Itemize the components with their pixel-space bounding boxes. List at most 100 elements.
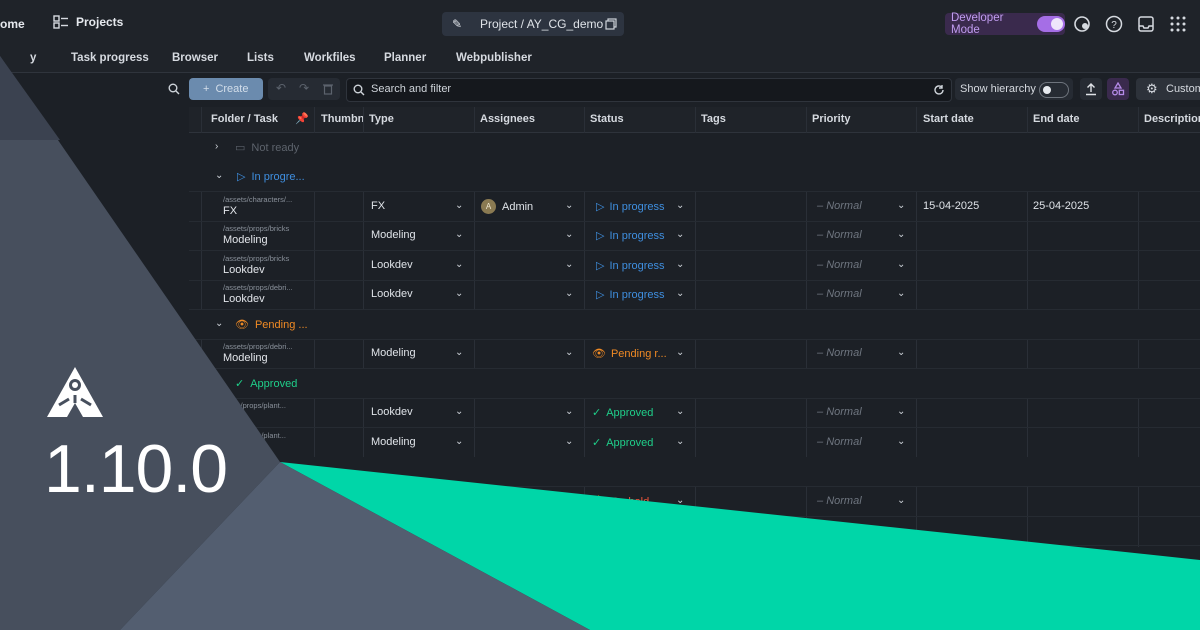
chevron-down-icon[interactable]: ⌄ (455, 200, 463, 211)
task-type[interactable]: Modeling (371, 229, 416, 241)
table-row[interactable]: /assets/props/bricks Lookdev Lookdev ⌄ ⌄… (189, 251, 1200, 281)
chevron-down-icon[interactable]: ⌄ (215, 318, 223, 329)
task-type[interactable]: Modeling (371, 347, 416, 359)
chevron-down-icon[interactable]: ⌄ (676, 200, 684, 211)
tab-workfiles[interactable]: Workfiles (304, 52, 356, 64)
chevron-down-icon[interactable]: ⌄ (455, 347, 463, 358)
task-type[interactable]: Lookdev (371, 259, 413, 271)
column-start-date[interactable]: Start date (923, 113, 974, 125)
apps-grid-icon[interactable] (1169, 15, 1187, 33)
tab-overview[interactable]: y (30, 52, 36, 64)
group-row-on-hold[interactable] (189, 457, 1200, 487)
status-cell[interactable]: ▷ In progress (596, 229, 665, 243)
priority-cell[interactable]: – Normal (817, 229, 862, 241)
column-assignees[interactable]: Assignees (480, 113, 535, 125)
table-row[interactable]: ⌄ ✋ On hold ⌄ – Normal ⌄ (189, 487, 1200, 517)
column-description[interactable]: Description (1144, 113, 1200, 125)
create-button[interactable]: + Create (189, 78, 263, 100)
column-tags[interactable]: Tags (701, 113, 726, 125)
redo-icon[interactable]: ↷ (299, 81, 309, 95)
task-type[interactable]: Lookdev (371, 406, 413, 418)
table-row[interactable]: ⌄ ⌄ – Normal ⌄ (189, 516, 1200, 546)
chevron-down-icon[interactable]: ⌄ (897, 347, 905, 358)
chevron-down-icon[interactable]: ⌄ (676, 495, 684, 506)
task-type[interactable]: FX (371, 200, 385, 212)
developer-mode-toggle[interactable]: Developer Mode (945, 12, 1065, 36)
chevron-down-icon[interactable]: ⌄ (565, 229, 573, 240)
tab-lists[interactable]: Lists (247, 52, 274, 64)
chevron-right-icon[interactable]: › (215, 141, 218, 152)
start-date[interactable]: 15-04-2025 (923, 200, 979, 212)
inbox-icon[interactable] (1137, 15, 1155, 33)
chevron-down-icon[interactable]: ⌄ (676, 406, 684, 417)
help-icon[interactable]: ? (1105, 15, 1123, 33)
home-link[interactable]: ome (0, 17, 25, 31)
chat-icon[interactable] (1073, 15, 1091, 33)
undo-icon[interactable]: ↶ (276, 81, 286, 95)
group-row-pending[interactable]: ⌄ 👁 Pending ... (189, 310, 1200, 340)
table-row[interactable]: ssets/props/plant... kdev Lookdev ⌄ ⌄ ✓ A… (189, 398, 1200, 428)
trash-icon[interactable] (323, 83, 333, 95)
tab-planner[interactable]: Planner (384, 52, 426, 64)
chevron-down-icon[interactable]: ⌄ (676, 347, 684, 358)
chevron-down-icon[interactable]: ⌄ (565, 259, 573, 270)
table-row[interactable]: /assets/characters/... FX FX ⌄ A Admin ⌄… (189, 192, 1200, 222)
chevron-down-icon[interactable]: ⌄ (565, 200, 573, 211)
group-row-approved[interactable]: ✓ Approved (189, 369, 1200, 399)
chevron-down-icon[interactable]: ⌄ (897, 406, 905, 417)
show-hierarchy-toggle[interactable]: Show hierarchy (955, 78, 1073, 100)
status-cell[interactable]: 👁 Pending r... (592, 347, 667, 361)
priority-cell[interactable]: – Normal (817, 406, 862, 418)
project-breadcrumb[interactable]: ✎ Project / AY_CG_demo (442, 12, 624, 36)
table-row[interactable]: ssets/props/plant... Modeling ⌄ ⌄ ✓ Appro… (189, 428, 1200, 458)
priority-cell[interactable]: – Normal (817, 200, 862, 212)
task-type[interactable]: Modeling (371, 436, 416, 448)
tab-task-progress[interactable]: Task progress (71, 52, 149, 64)
shapes-button[interactable] (1107, 78, 1129, 100)
status-cell[interactable]: ▷ In progress (596, 200, 665, 214)
tab-browser[interactable]: Browser (172, 52, 218, 64)
chevron-down-icon[interactable]: ⌄ (897, 436, 905, 447)
chevron-down-icon[interactable]: ⌄ (897, 259, 905, 270)
column-priority[interactable]: Priority (812, 113, 851, 125)
chevron-down-icon[interactable]: ⌄ (565, 495, 573, 506)
column-folder-task[interactable]: Folder / Task (211, 113, 278, 125)
chevron-down-icon[interactable]: ⌄ (676, 259, 684, 270)
chevron-down-icon[interactable]: ⌄ (676, 229, 684, 240)
chevron-down-icon[interactable]: ⌄ (897, 495, 905, 506)
priority-cell[interactable]: – Normal (817, 259, 862, 271)
priority-cell[interactable]: – Normal (817, 524, 862, 536)
chevron-down-icon[interactable]: ⌄ (897, 229, 905, 240)
chevron-down-icon[interactable]: ⌄ (676, 288, 684, 299)
group-row-in-progress[interactable]: ⌄ ▷ In progre... (189, 162, 1200, 192)
search-filter-input[interactable]: Search and filter (346, 78, 952, 102)
table-row[interactable]: /assets/props/bricks Modeling Modeling ⌄… (189, 221, 1200, 251)
end-date[interactable]: 25-04-2025 (1033, 200, 1089, 212)
status-cell[interactable]: ▷ In progress (596, 259, 665, 273)
status-cell[interactable]: ✋ On hold (592, 495, 649, 509)
tab-webpublisher[interactable]: Webpublisher (456, 52, 532, 64)
table-row[interactable]: /assets/props/debri... Modeling Modeling… (189, 339, 1200, 369)
chevron-down-icon[interactable]: ⌄ (897, 288, 905, 299)
priority-cell[interactable]: – Normal (817, 347, 862, 359)
status-cell[interactable]: ✓ Approved (592, 436, 653, 450)
chevron-down-icon[interactable]: ⌄ (897, 524, 905, 535)
column-type[interactable]: Type (369, 113, 394, 125)
chevron-down-icon[interactable]: ⌄ (565, 436, 573, 447)
chevron-down-icon[interactable]: ⌄ (455, 229, 463, 240)
priority-cell[interactable]: – Normal (817, 288, 862, 300)
chevron-down-icon[interactable]: ⌄ (215, 170, 223, 181)
chevron-down-icon[interactable]: ⌄ (455, 259, 463, 270)
task-type[interactable]: Lookdev (371, 288, 413, 300)
pin-icon[interactable]: 📌 (295, 112, 309, 125)
status-cell[interactable]: ▷ In progress (596, 288, 665, 302)
chevron-down-icon[interactable]: ⌄ (455, 288, 463, 299)
chevron-down-icon[interactable]: ⌄ (565, 524, 573, 535)
assignee[interactable]: A Admin (481, 199, 533, 214)
status-cell[interactable]: ✓ Approved (592, 406, 653, 420)
chevron-down-icon[interactable]: ⌄ (565, 288, 573, 299)
refresh-icon[interactable] (933, 84, 945, 96)
column-thumbnail[interactable]: Thumbn (321, 113, 364, 125)
chevron-down-icon[interactable]: ⌄ (565, 406, 573, 417)
chevron-down-icon[interactable]: ⌄ (455, 406, 463, 417)
